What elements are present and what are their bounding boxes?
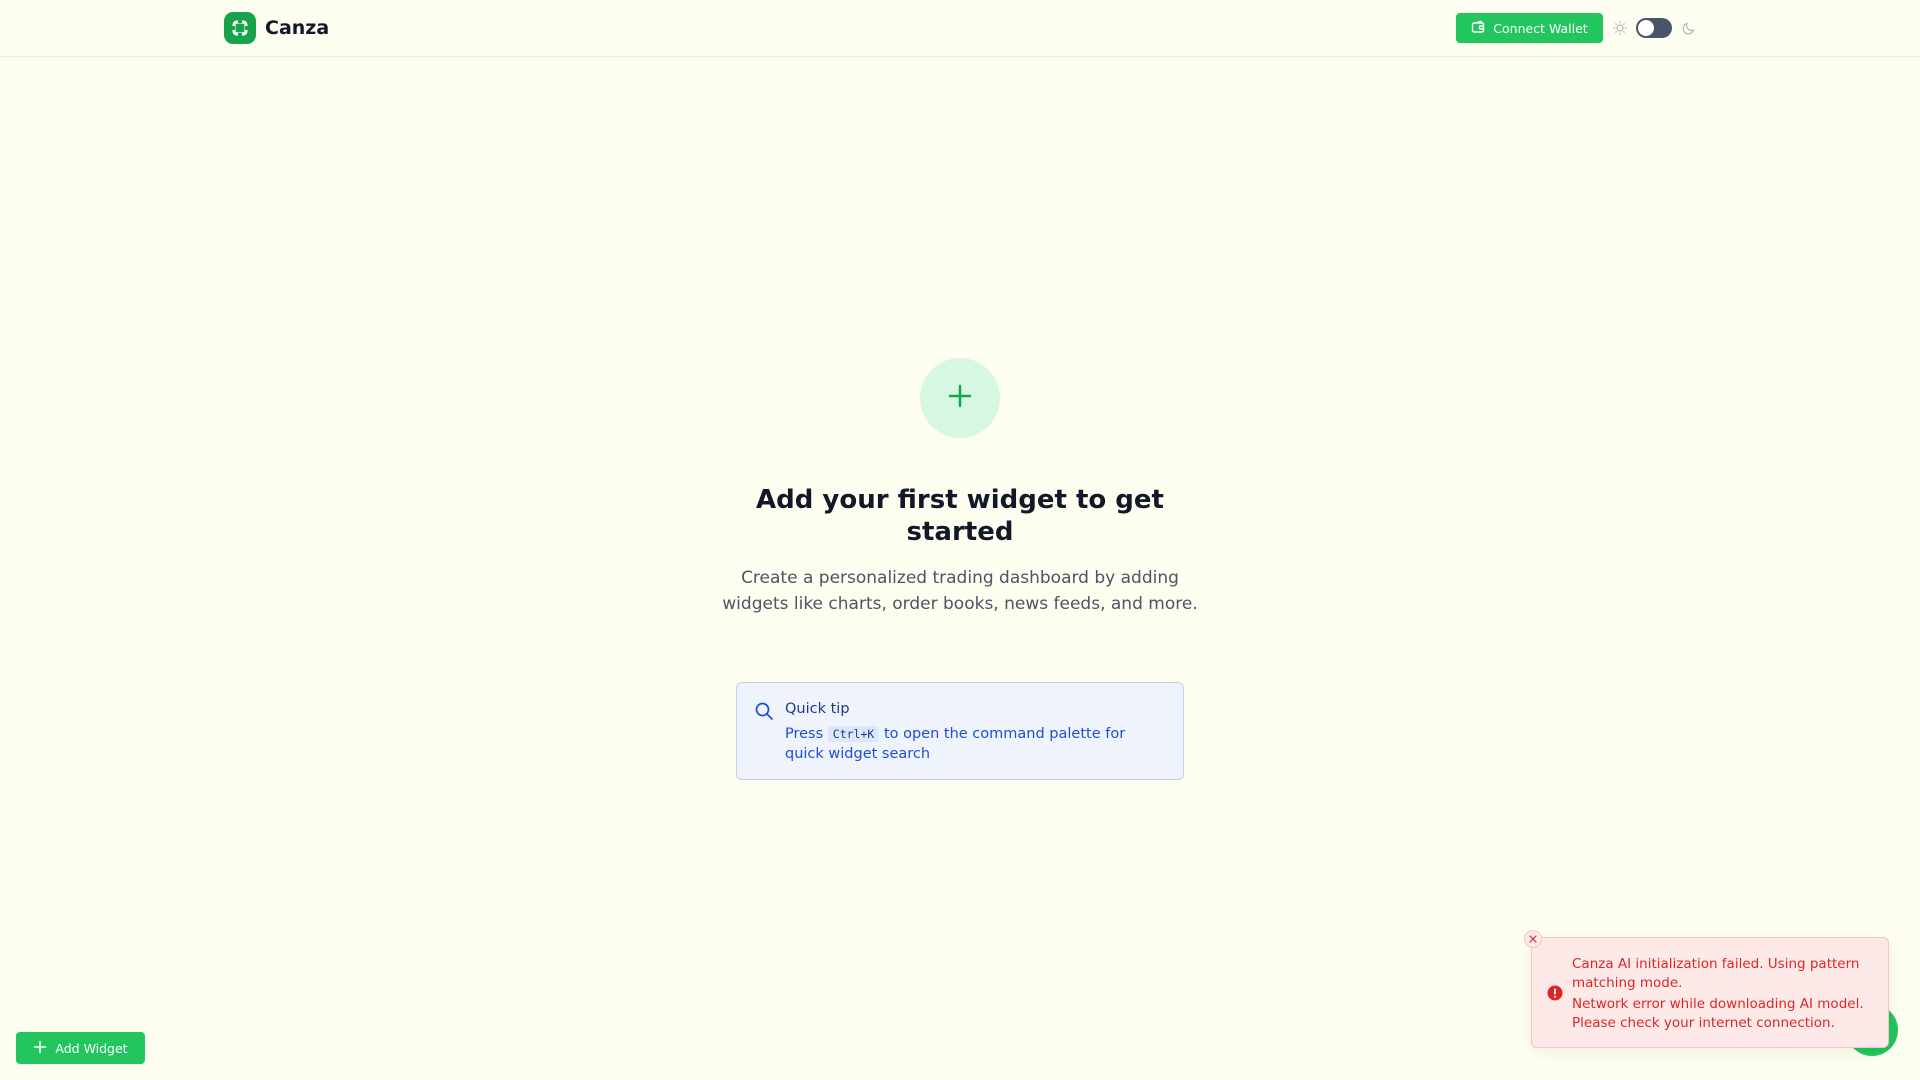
add-widget-circle[interactable]	[920, 358, 1000, 438]
brand[interactable]: Canza	[224, 12, 329, 44]
search-icon	[754, 701, 774, 725]
moon-icon	[1681, 20, 1697, 40]
quick-tip-card: Quick tip Press Ctrl+K to open the comma…	[736, 682, 1184, 780]
wallet-icon	[1471, 20, 1485, 37]
quick-tip-title: Quick tip	[785, 701, 850, 717]
quick-tip-body: Press Ctrl+K to open the command palette…	[785, 724, 1165, 764]
top-header: Canza Connect Wallet	[0, 0, 1920, 57]
theme-toggle-knob	[1638, 20, 1654, 36]
close-icon[interactable]	[1524, 930, 1542, 948]
sun-icon	[1612, 20, 1628, 40]
add-widget-label: Add Widget	[55, 1040, 128, 1056]
connect-wallet-button[interactable]: Connect Wallet	[1456, 13, 1603, 43]
error-toast: Canza AI initialization failed. Using pa…	[1524, 930, 1889, 1048]
theme-toggle[interactable]	[1636, 18, 1672, 38]
brand-name: Canza	[265, 17, 330, 39]
plus-icon	[33, 1040, 47, 1057]
toast-message: Canza AI initialization failed. Using pa…	[1572, 956, 1860, 991]
plus-icon	[947, 383, 973, 413]
alert-circle-icon	[1547, 985, 1563, 1005]
shortcut-key: Ctrl+K	[827, 726, 880, 742]
tip-prefix: Press	[785, 726, 824, 742]
empty-state-title: Add your first widget to get started	[756, 485, 1164, 547]
toast-message-group: Canza AI initialization failed. Using pa…	[1572, 955, 1877, 1033]
canza-logo-icon	[224, 12, 256, 44]
toast-detail: Network error while downloading AI model…	[1572, 996, 1864, 1031]
connect-wallet-label: Connect Wallet	[1493, 20, 1588, 36]
empty-state-description: Create a personalized trading dashboard …	[722, 568, 1198, 614]
add-widget-button[interactable]: Add Widget	[16, 1032, 145, 1064]
